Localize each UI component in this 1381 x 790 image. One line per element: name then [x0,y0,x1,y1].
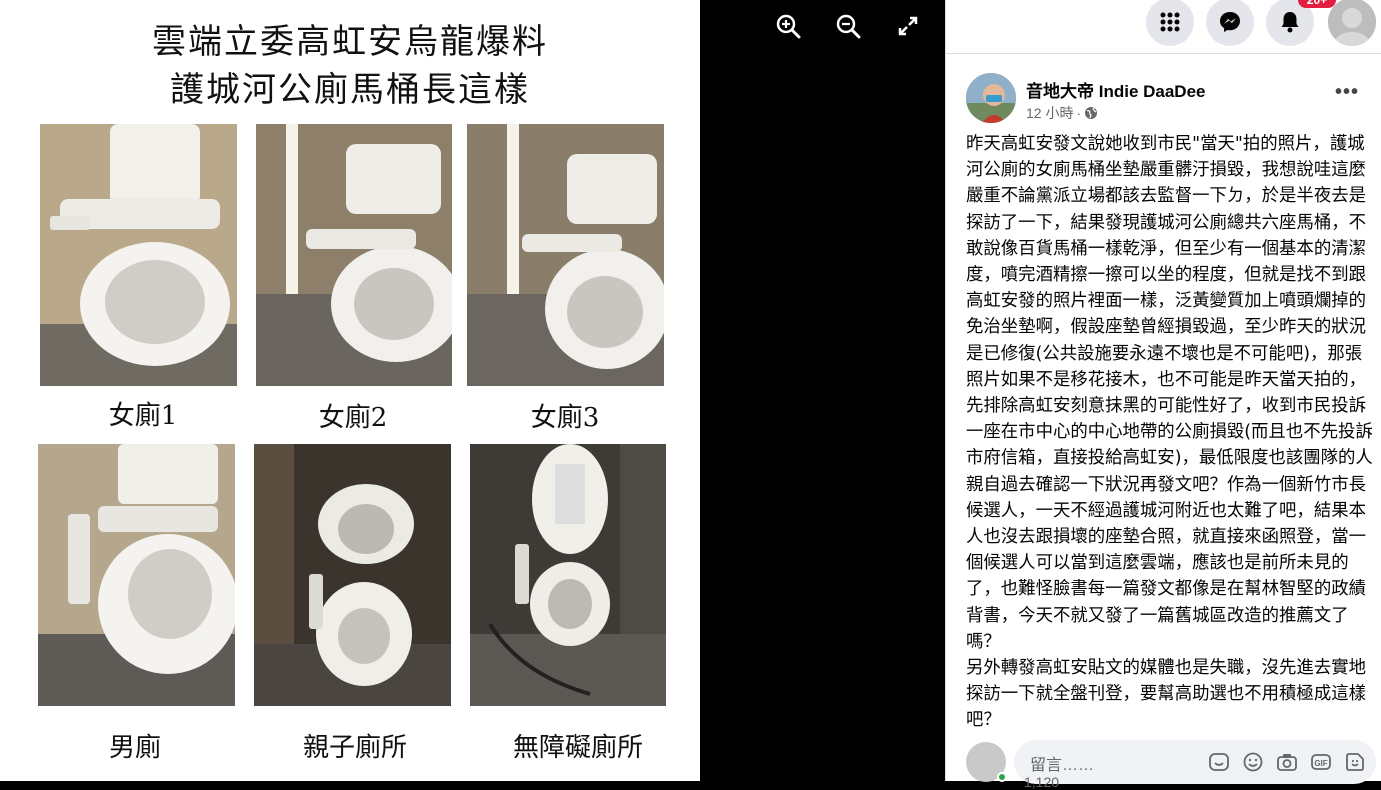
author-name[interactable]: 音地大帝 Indie DaaDee [1026,77,1206,102]
zoom-out-button[interactable] [832,10,864,42]
caption-5: 親子廁所 [302,733,407,763]
top-bar: 20+ [946,0,1381,54]
bell-icon [1281,12,1299,33]
user-avatar-icon [1328,0,1376,46]
caption-2: 女廁2 [318,403,388,433]
post-meta: 12 小時 · [1026,103,1098,123]
emoji-icon[interactable] [1242,751,1264,773]
svg-text:GIF: GIF [1314,759,1327,768]
author-avatar[interactable] [966,73,1016,123]
photo-title-line1: 雲端立委高虹安烏龍爆料 [152,22,548,62]
photo-viewer: 雲端立委高虹安烏龍爆料 護城河公廁馬桶長這樣 女廁1 女廁2 女廁3 男廁 親子… [0,0,945,781]
post-body: 昨天高虹安發文說她收到市民"當天"拍的照片，護城河公廁的女廁馬桶坐墊嚴重髒汙損毀… [966,131,1378,734]
toilet-photo-6 [470,444,666,706]
zoom-out-icon [836,14,861,39]
comment-composer: 留言…… GIF 1,120 [966,740,1378,790]
meta-separator: · [1076,105,1082,121]
avatar-sticker-icon[interactable] [1344,751,1366,773]
zoom-in-icon [776,14,801,39]
caption-1: 女廁1 [108,401,178,431]
expand-icon [898,16,918,36]
toilet-photo-2 [256,124,452,386]
menu-button[interactable] [1146,0,1194,46]
post-paragraph-2: 另外轉發高虹安貼文的媒體也是失職，沒先進去實地探訪一下就全盤刊登，要幫高助選也不… [966,658,1366,731]
notifications-badge: 20+ [1298,0,1336,8]
photo-title-line2: 護城河公廁馬桶長這樣 [170,70,530,110]
comment-tools: GIF [1208,751,1366,773]
caption-6: 無障礙廁所 [512,733,643,763]
post-photo[interactable]: 雲端立委高虹安烏龍爆料 護城河公廁馬桶長這樣 女廁1 女廁2 女廁3 男廁 親子… [0,0,700,781]
toilet-photo-4 [38,444,235,706]
post-time[interactable]: 12 小時 [1026,103,1073,123]
comment-input[interactable]: 留言…… GIF [1014,740,1376,784]
comment-placeholder: 留言…… [1030,757,1095,774]
comment-count: 1,120 [1024,774,1060,790]
fullscreen-button[interactable] [892,10,924,42]
account-avatar[interactable] [1328,0,1376,46]
author-photo-icon [966,73,1016,123]
caption-3: 女廁3 [530,403,600,433]
post-side-panel: 20+ 音地大帝 Indie DaaDee 12 小時 · ••• 昨天高虹安發… [945,0,1381,790]
grid-menu-icon [1160,12,1180,32]
sticker-icon[interactable] [1208,751,1230,773]
post-paragraph-1: 昨天高虹安發文說她收到市民"當天"拍的照片，護城河公廁的女廁馬桶坐墊嚴重髒汙損毀… [966,134,1373,652]
gif-icon[interactable]: GIF [1310,751,1332,773]
camera-icon[interactable] [1276,751,1298,773]
zoom-in-button[interactable] [772,10,804,42]
caption-4: 男廁 [108,733,161,763]
messenger-icon [1220,12,1240,32]
post-header: 音地大帝 Indie DaaDee 12 小時 · ••• [966,73,1376,127]
messenger-button[interactable] [1206,0,1254,46]
more-options-button[interactable]: ••• [1335,81,1359,104]
toilet-photo-3 [467,124,664,386]
toilet-photo-1 [40,124,237,386]
globe-icon [1085,107,1098,119]
toilet-photo-5 [254,444,451,706]
